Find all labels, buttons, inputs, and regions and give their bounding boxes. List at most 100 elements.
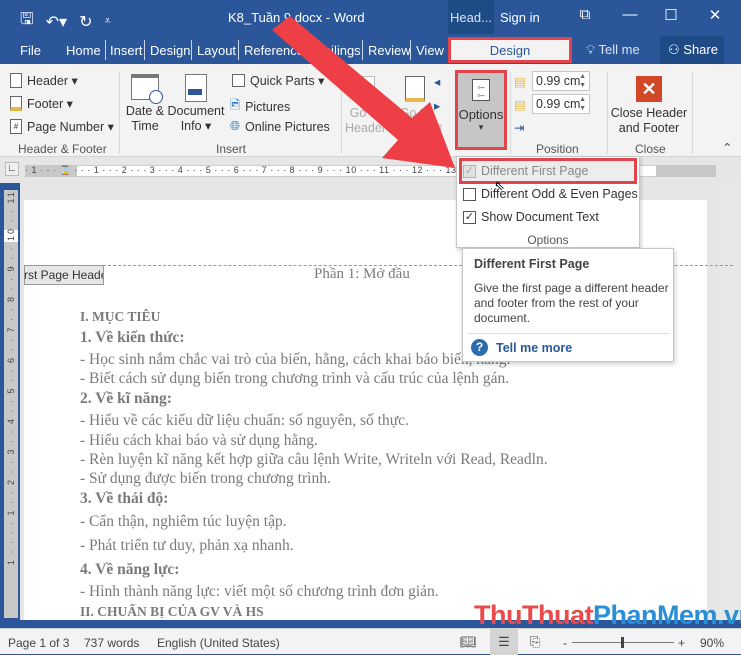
tab-selector-icon[interactable]: ∟ (5, 162, 19, 176)
help-icon: ? (471, 339, 488, 356)
redo-icon[interactable]: ↻ (79, 12, 92, 32)
tab-mailings[interactable]: Mailings (313, 43, 361, 58)
group-separator (692, 72, 693, 154)
header-tag-label: First Page Header (24, 268, 103, 282)
zoom-in-button[interactable]: + (678, 636, 685, 650)
spinner-arrows-icon[interactable]: ▲ ▼ (579, 95, 586, 113)
highlight-box (459, 158, 637, 184)
tell-me-search[interactable]: 💡︎ Tell me (586, 42, 640, 58)
checkbox-unchecked-icon[interactable] (463, 187, 476, 201)
zoom-out-button[interactable]: - (563, 636, 567, 650)
footer-icon (10, 96, 22, 111)
tab-view[interactable]: View (416, 43, 444, 58)
mouse-cursor-icon: ⇖ (494, 178, 505, 193)
word-count[interactable]: 737 words (84, 636, 139, 650)
customize-icon[interactable]: ⩡ (104, 15, 110, 28)
footer-from-bottom-input[interactable]: 0.99 cm ▲ ▼ (532, 94, 590, 114)
go-to-footer-button[interactable]: Go to (395, 76, 435, 121)
close-header-footer-label-2: and Footer (618, 121, 680, 135)
next-section-icon[interactable]: ▸ (434, 98, 440, 113)
online-pictures-label: Online Pictures (245, 119, 330, 134)
group-label-position: Position (536, 142, 579, 156)
tab-home[interactable]: Home (66, 43, 101, 58)
group-label-insert: Insert (216, 142, 247, 156)
quick-parts-button[interactable]: Quick Parts ▾ (232, 73, 324, 88)
person-add-icon: ⚇ (668, 42, 680, 57)
date-time-label-2: Time (131, 119, 159, 133)
save-icon[interactable]: 🖫 (20, 8, 34, 35)
options-icon: ▫– ▫– (472, 79, 490, 101)
link-to-previous-icon[interactable]: ⧈ (434, 120, 442, 135)
group-separator (510, 72, 511, 154)
page-number-button[interactable]: # Page Number ▾ (10, 119, 114, 134)
print-layout-icon[interactable]: ☰ (490, 629, 518, 655)
header-icon (10, 73, 22, 88)
watermark: ThuThuatPhanMem.vn (474, 600, 741, 631)
previous-section-icon[interactable]: ◂ (434, 74, 440, 89)
quick-parts-label: Quick Parts ▾ (250, 74, 325, 88)
document-info-button[interactable]: Document Info ▾ (166, 74, 226, 134)
different-odd-even-option[interactable]: Different Odd & Even Pages (463, 187, 638, 201)
go-to-footer-label-1: Go to (399, 106, 431, 120)
doc-line: - Phát triển tư duy, phản xạ nhanh. (80, 537, 294, 554)
ribbon-display-icon[interactable]: ⧉ (570, 6, 600, 23)
minimize-button[interactable]: — (615, 6, 645, 23)
close-x-icon[interactable]: ✕ (636, 76, 662, 102)
tab-layout[interactable]: Layout (197, 43, 236, 58)
doc-line: - Rèn luyện kĩ năng kết hợp giữa câu lện… (80, 451, 548, 468)
status-bar: Page 1 of 3 737 words English (United St… (0, 628, 741, 655)
vertical-ruler-numbers: 1 · · · · 1 · · 2 · · 3 · · 4 · · 5 · · … (6, 190, 16, 565)
collapse-ribbon-icon[interactable]: ⌃ (722, 140, 732, 155)
tab-insert[interactable]: Insert (110, 43, 143, 58)
checkbox-checked-icon[interactable]: ✓ (463, 210, 476, 224)
option-label: Show Document Text (481, 210, 599, 224)
online-pictures-button[interactable]: 🌐︎ Online Pictures (230, 119, 330, 134)
web-layout-icon[interactable]: ⎘ (530, 634, 540, 650)
language[interactable]: English (United States) (157, 636, 280, 650)
zoom-slider-thumb[interactable] (621, 637, 624, 648)
context-tab-header-footer[interactable]: Head... (448, 0, 494, 34)
page-count[interactable]: Page 1 of 3 (8, 636, 69, 650)
vertical-scrollbar[interactable] (724, 183, 741, 620)
tab-review[interactable]: Review (368, 43, 411, 58)
page-number-label: Page Number ▾ (27, 120, 114, 134)
maximize-button[interactable]: ☐ (656, 6, 686, 24)
doc-line: - Học sinh nắm chắc vai trò của biến, hằ… (80, 351, 511, 368)
share-button[interactable]: ⚇ Share (660, 36, 724, 64)
quick-access-toolbar: 🖫 ↶▾ ↻ ⩡ (20, 8, 111, 35)
go-to-header-icon (355, 76, 375, 102)
quick-parts-icon (232, 74, 245, 87)
tab-separator (144, 40, 145, 60)
read-mode-icon[interactable]: 📖︎ (460, 634, 477, 650)
insert-alignment-tab-icon[interactable]: ⇥ (514, 120, 524, 135)
tab-separator (362, 40, 363, 60)
date-time-button[interactable]: Date & Time (124, 74, 166, 134)
close-window-button[interactable]: ✕ (700, 6, 730, 24)
pictures-button[interactable]: 🖻︎ Pictures (230, 96, 290, 117)
tab-header-footer-design[interactable]: Design (448, 37, 572, 63)
document-info-label-2: Info ▾ (180, 119, 212, 133)
group-separator (119, 72, 120, 154)
footer-button[interactable]: Footer ▾ (10, 96, 73, 111)
spinner-arrows-icon[interactable]: ▲ ▼ (579, 72, 586, 90)
share-label: Share (683, 42, 718, 57)
vertical-ruler[interactable]: 1 · · · · 1 · · 2 · · 3 · · 4 · · 5 · · … (4, 190, 18, 618)
close-header-footer-button[interactable]: Close Header and Footer (610, 106, 688, 136)
tell-me-more-link[interactable]: ? Tell me more (471, 339, 572, 356)
zoom-level[interactable]: 90% (700, 636, 724, 650)
go-to-header-label-1: Go to (349, 106, 381, 120)
header-from-top-input[interactable]: 0.99 cm ▲ ▼ (532, 71, 590, 91)
doc-line: - Hình thành năng lực: viết một số chươn… (80, 583, 439, 600)
group-separator (341, 72, 342, 154)
tab-design[interactable]: Design (150, 43, 190, 58)
tab-references[interactable]: References (244, 43, 302, 58)
tab-separator (238, 40, 239, 60)
show-document-text-option[interactable]: ✓ Show Document Text (463, 210, 599, 224)
header-button[interactable]: Header ▾ (10, 73, 78, 88)
sign-in-link[interactable]: Sign in (500, 10, 540, 25)
options-button[interactable]: ▫– ▫– Options ▾ (455, 70, 507, 150)
undo-icon[interactable]: ↶▾ (46, 12, 67, 32)
header-text[interactable]: Phần 1: Mở đầu (314, 266, 410, 283)
tab-file[interactable]: File (20, 43, 41, 58)
go-to-header-button[interactable]: Go to Header (345, 76, 386, 136)
